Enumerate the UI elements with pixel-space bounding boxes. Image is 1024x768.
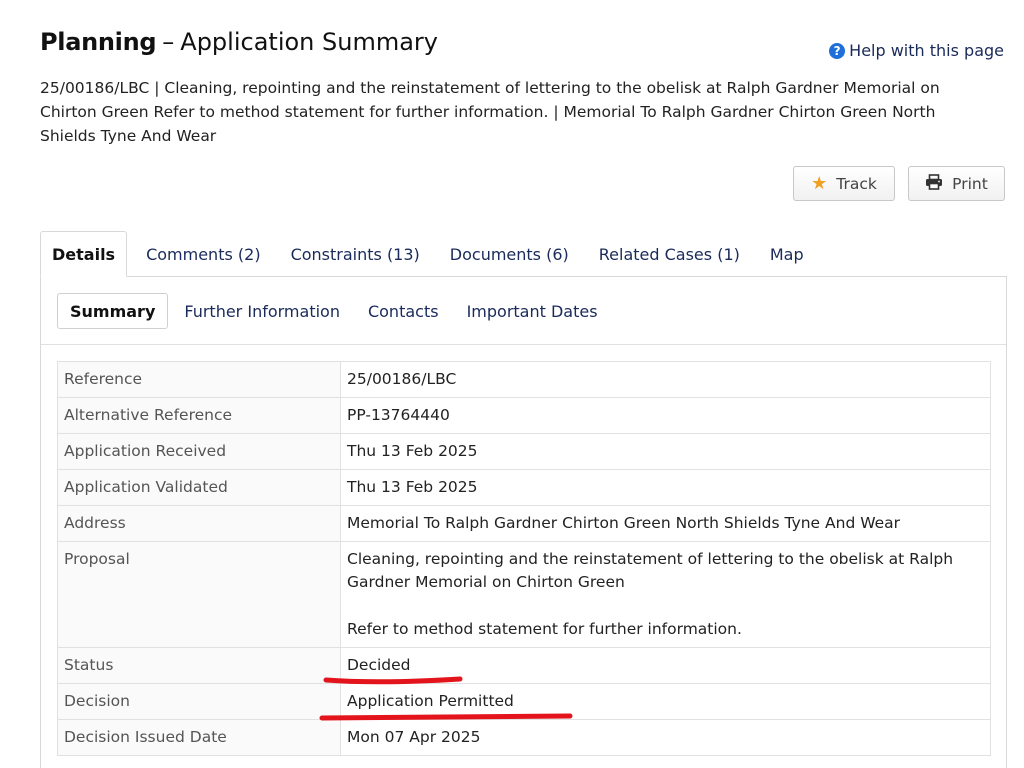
printer-icon (925, 173, 943, 194)
tab-documents[interactable]: Documents (6) (439, 231, 580, 277)
row-value: Decided (340, 647, 991, 684)
table-row: Decision Issued Date Mon 07 Apr 2025 (57, 719, 991, 756)
row-label: Proposal (57, 541, 341, 648)
tab-details[interactable]: Details (40, 231, 128, 277)
row-label: Alternative Reference (57, 397, 341, 434)
row-label: Decision (57, 683, 341, 720)
help-link[interactable]: ? Help with this page (829, 41, 1004, 60)
help-circle-icon: ? (829, 42, 846, 59)
track-button-label: Track (836, 174, 877, 193)
row-label: Application Received (57, 433, 341, 470)
row-label: Application Validated (57, 469, 341, 506)
tab-comments[interactable]: Comments (2) (135, 231, 271, 277)
row-value: Application Permitted (340, 683, 991, 720)
proposal-note: Refer to method statement for further in… (347, 620, 742, 638)
main-tabs: Details Comments (2) Constraints (13) Do… (40, 231, 823, 277)
row-value: Thu 13 Feb 2025 (340, 433, 991, 470)
table-row: Decision Application Permitted (57, 683, 991, 720)
subtab-important-dates[interactable]: Important Dates (455, 293, 610, 329)
row-value: Mon 07 Apr 2025 (340, 719, 991, 756)
row-value: PP-13764440 (340, 397, 991, 434)
row-value: Memorial To Ralph Gardner Chirton Green … (340, 505, 991, 542)
table-row: Alternative Reference PP-13764440 (57, 397, 991, 434)
print-button[interactable]: Print (908, 166, 1005, 201)
row-label: Reference (57, 361, 341, 398)
help-link-label: Help with this page (849, 41, 1004, 60)
print-button-label: Print (952, 174, 988, 193)
row-value: 25/00186/LBC (340, 361, 991, 398)
tab-map[interactable]: Map (759, 231, 815, 277)
page-title-separator: – (162, 28, 175, 56)
star-icon: ★ (811, 172, 828, 194)
row-label: Decision Issued Date (57, 719, 341, 756)
tab-constraints[interactable]: Constraints (13) (280, 231, 431, 277)
track-button[interactable]: ★ Track (793, 166, 895, 201)
subtab-bar: Summary Further Information Contacts Imp… (41, 277, 1006, 345)
table-row: Address Memorial To Ralph Gardner Chirto… (57, 505, 991, 542)
table-row: Status Decided (57, 647, 991, 684)
row-label: Address (57, 505, 341, 542)
application-description: 25/00186/LBC | Cleaning, repointing and … (40, 79, 940, 145)
proposal-text: Cleaning, repointing and the reinstateme… (347, 550, 954, 591)
page-title-text: Application Summary (180, 28, 438, 56)
subtab-further-information[interactable]: Further Information (172, 293, 352, 329)
subtab-contacts[interactable]: Contacts (356, 293, 451, 329)
summary-table: Reference 25/00186/LBC Alternative Refer… (57, 361, 991, 756)
row-value: Cleaning, repointing and the reinstateme… (340, 541, 991, 648)
page-title-section: Planning (40, 28, 157, 56)
table-row: Reference 25/00186/LBC (57, 361, 991, 398)
table-row: Application Received Thu 13 Feb 2025 (57, 433, 991, 470)
details-panel: Summary Further Information Contacts Imp… (40, 276, 1007, 768)
row-value: Thu 13 Feb 2025 (340, 469, 991, 506)
subtab-summary[interactable]: Summary (57, 293, 169, 329)
table-row: Application Validated Thu 13 Feb 2025 (57, 469, 991, 506)
row-label: Status (57, 647, 341, 684)
page-title: Planning – Application Summary (40, 28, 438, 56)
tab-related-cases[interactable]: Related Cases (1) (588, 231, 751, 277)
table-row: Proposal Cleaning, repointing and the re… (57, 541, 991, 648)
